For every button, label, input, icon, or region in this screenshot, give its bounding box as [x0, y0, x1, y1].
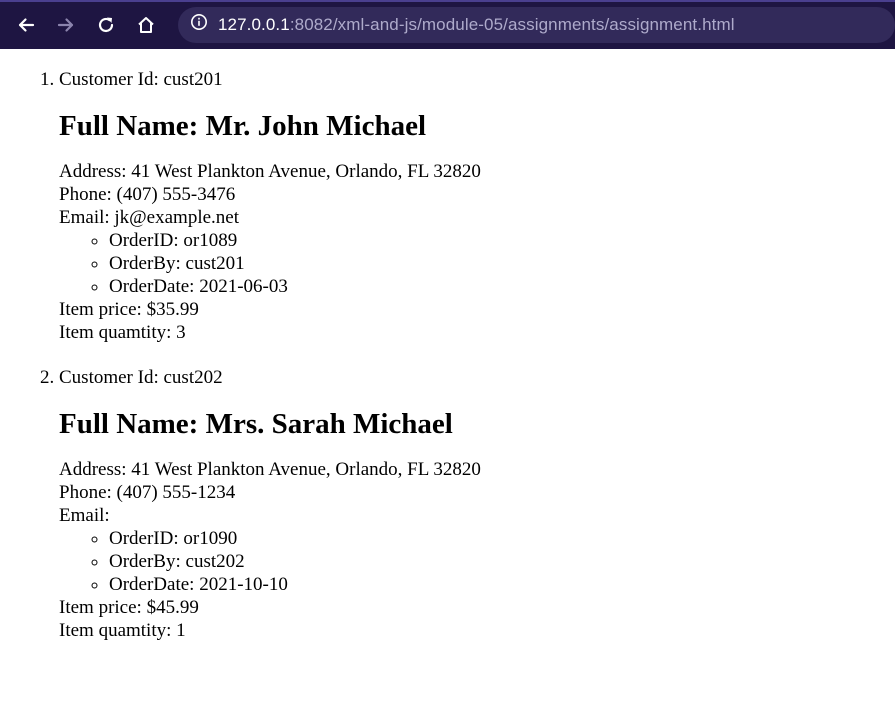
order-date: OrderDate: 2021-06-03 [109, 275, 895, 298]
back-arrow-icon[interactable] [16, 15, 36, 35]
customer-id: Customer Id: cust201 [59, 69, 223, 90]
order-id: OrderID: or1089 [109, 229, 895, 252]
url-host: 127.0.0.1 [218, 14, 290, 34]
order-by: OrderBy: cust202 [109, 550, 895, 573]
customer-address: Address: 41 West Plankton Avenue, Orland… [59, 459, 481, 480]
order-by: OrderBy: cust201 [109, 252, 895, 275]
customer-address: Address: 41 West Plankton Avenue, Orland… [59, 161, 481, 182]
forward-arrow-icon[interactable] [56, 15, 76, 35]
customer-phone: Phone: (407) 555-3476 [59, 184, 236, 205]
customer-list: Customer Id: cust201 Full Name: Mr. John… [0, 68, 895, 642]
url-path: :8082/xml-and-js/module-05/assignments/a… [289, 14, 735, 34]
browser-toolbar: 127.0.0.1:8082/xml-and-js/module-05/assi… [0, 0, 895, 49]
customer-email: Email: [59, 505, 110, 526]
customer-phone: Phone: (407) 555-1234 [59, 482, 236, 503]
customer-full-name: Full Name: Mr. John Michael [59, 110, 427, 142]
order-date: OrderDate: 2021-10-10 [109, 573, 895, 596]
item-price: Item price: $35.99 [59, 299, 199, 320]
address-bar[interactable]: 127.0.0.1:8082/xml-and-js/module-05/assi… [178, 6, 895, 43]
order-id: OrderID: or1090 [109, 527, 895, 550]
item-price: Item price: $45.99 [59, 597, 199, 618]
order-details: OrderID: or1090 OrderBy: cust202 OrderDa… [59, 527, 895, 596]
customer-item: Customer Id: cust201 Full Name: Mr. John… [59, 68, 895, 344]
customer-item: Customer Id: cust202 Full Name: Mrs. Sar… [59, 366, 895, 642]
order-details: OrderID: or1089 OrderBy: cust201 OrderDa… [59, 229, 895, 298]
home-icon[interactable] [136, 15, 156, 35]
page-content: Customer Id: cust201 Full Name: Mr. John… [0, 49, 895, 642]
reload-icon[interactable] [96, 15, 116, 35]
customer-email: Email: jk@example.net [59, 207, 239, 228]
item-quantity: Item quamtity: 1 [59, 620, 186, 641]
url-text[interactable]: 127.0.0.1:8082/xml-and-js/module-05/assi… [218, 15, 735, 35]
info-icon[interactable] [190, 13, 208, 36]
customer-id: Customer Id: cust202 [59, 367, 223, 388]
customer-full-name: Full Name: Mrs. Sarah Michael [59, 408, 453, 440]
item-quantity: Item quamtity: 3 [59, 322, 186, 343]
